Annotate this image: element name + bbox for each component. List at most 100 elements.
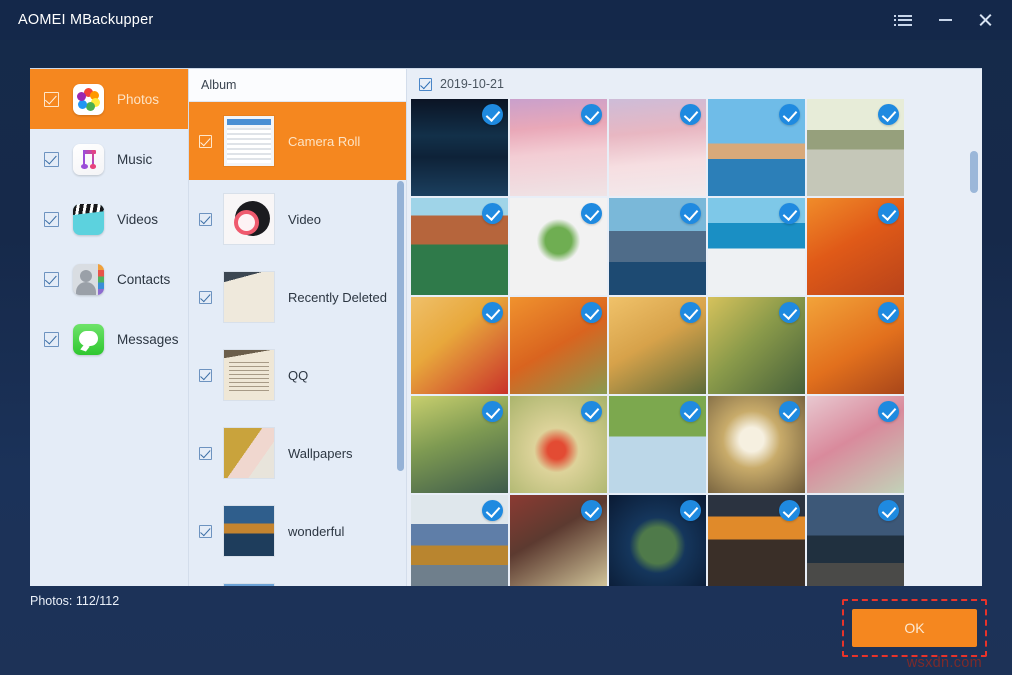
sidebar-item-photos[interactable]: Photos xyxy=(30,69,188,129)
photo-selected-check-icon[interactable] xyxy=(482,302,503,323)
photo-selected-check-icon[interactable] xyxy=(680,203,701,224)
photo-thumbnail[interactable] xyxy=(609,297,706,394)
messages-checkbox[interactable] xyxy=(44,332,59,347)
photo-thumbnail[interactable] xyxy=(411,297,508,394)
album-item-label: Video xyxy=(288,212,321,227)
photo-selected-check-icon[interactable] xyxy=(482,500,503,521)
photo-grid-panel: 2019-10-21 xyxy=(406,69,982,586)
photo-thumbnail[interactable] xyxy=(708,396,805,493)
album-thumbnail xyxy=(224,194,274,244)
photo-thumbnail[interactable] xyxy=(411,495,508,586)
album-item-label: Camera Roll xyxy=(288,134,360,149)
album-item-camera-roll[interactable]: Camera Roll xyxy=(189,102,406,180)
minimize-icon[interactable] xyxy=(928,5,962,35)
photo-selected-check-icon[interactable] xyxy=(779,401,800,422)
photo-thumbnail[interactable] xyxy=(411,396,508,493)
photo-thumbnail[interactable] xyxy=(807,198,904,295)
photo-selected-check-icon[interactable] xyxy=(878,203,899,224)
photo-thumbnail[interactable] xyxy=(708,495,805,586)
album-item-label: QQ xyxy=(288,368,308,383)
photo-thumbnail[interactable] xyxy=(708,198,805,295)
photo-selected-check-icon[interactable] xyxy=(680,104,701,125)
music-checkbox[interactable] xyxy=(44,152,59,167)
photos-app-icon xyxy=(73,84,104,115)
photo-selected-check-icon[interactable] xyxy=(878,401,899,422)
list-icon[interactable] xyxy=(888,5,922,35)
album-thumbnail xyxy=(224,350,274,400)
album-thumbnail xyxy=(224,116,274,166)
photo-thumbnail[interactable] xyxy=(609,198,706,295)
photo-thumbnail[interactable] xyxy=(807,297,904,394)
album-checkbox[interactable] xyxy=(199,369,212,382)
album-item-partial[interactable] xyxy=(189,570,406,586)
sidebar-item-label: Photos xyxy=(117,92,159,107)
album-item-wonderful[interactable]: wonderful xyxy=(189,492,406,570)
photos-checkbox[interactable] xyxy=(44,92,59,107)
photo-thumbnail[interactable] xyxy=(411,198,508,295)
photo-selected-check-icon[interactable] xyxy=(581,401,602,422)
sidebar-item-messages[interactable]: Messages xyxy=(30,309,188,369)
photo-thumbnail[interactable] xyxy=(807,495,904,586)
photo-selected-check-icon[interactable] xyxy=(482,401,503,422)
photo-thumbnail[interactable] xyxy=(510,297,607,394)
sidebar-item-videos[interactable]: Videos xyxy=(30,189,188,249)
photo-selected-check-icon[interactable] xyxy=(878,500,899,521)
photo-thumbnail[interactable] xyxy=(609,495,706,586)
contacts-checkbox[interactable] xyxy=(44,272,59,287)
photo-selected-check-icon[interactable] xyxy=(680,302,701,323)
album-item-qq[interactable]: QQ xyxy=(189,336,406,414)
album-item-recently-deleted[interactable]: Recently Deleted xyxy=(189,258,406,336)
photo-grid xyxy=(407,99,982,586)
album-item-video[interactable]: Video xyxy=(189,180,406,258)
photo-selected-check-icon[interactable] xyxy=(779,500,800,521)
album-checkbox[interactable] xyxy=(199,291,212,304)
photo-selected-check-icon[interactable] xyxy=(482,104,503,125)
photo-selected-check-icon[interactable] xyxy=(878,302,899,323)
photo-selected-check-icon[interactable] xyxy=(779,203,800,224)
videos-checkbox[interactable] xyxy=(44,212,59,227)
sidebar-item-music[interactable]: Music xyxy=(30,129,188,189)
photo-selected-check-icon[interactable] xyxy=(878,104,899,125)
album-item-label: Wallpapers xyxy=(288,446,353,461)
photo-selected-check-icon[interactable] xyxy=(482,203,503,224)
album-item-wallpapers[interactable]: Wallpapers xyxy=(189,414,406,492)
photo-thumbnail[interactable] xyxy=(510,495,607,586)
photo-selected-check-icon[interactable] xyxy=(680,401,701,422)
photo-selected-check-icon[interactable] xyxy=(680,500,701,521)
photo-thumbnail[interactable] xyxy=(510,99,607,196)
album-checkbox[interactable] xyxy=(199,525,212,538)
album-checkbox[interactable] xyxy=(199,447,212,460)
title-bar: AOMEI MBackupper xyxy=(0,0,1012,40)
album-checkbox[interactable] xyxy=(199,213,212,226)
photo-selected-check-icon[interactable] xyxy=(779,302,800,323)
photo-selected-check-icon[interactable] xyxy=(581,104,602,125)
photo-thumbnail[interactable] xyxy=(708,99,805,196)
photo-selected-check-icon[interactable] xyxy=(581,302,602,323)
album-checkbox[interactable] xyxy=(199,135,212,148)
photo-grid-scrollbar[interactable] xyxy=(970,151,978,193)
ok-button[interactable]: OK xyxy=(852,609,977,647)
photo-thumbnail[interactable] xyxy=(708,297,805,394)
photo-thumbnail[interactable] xyxy=(807,396,904,493)
photo-thumbnail[interactable] xyxy=(411,99,508,196)
photo-selected-check-icon[interactable] xyxy=(581,500,602,521)
sidebar-item-contacts[interactable]: Contacts xyxy=(30,249,188,309)
photo-selected-check-icon[interactable] xyxy=(581,203,602,224)
album-item-label: wonderful xyxy=(288,524,344,539)
photo-selected-check-icon[interactable] xyxy=(779,104,800,125)
photo-thumbnail[interactable] xyxy=(807,99,904,196)
photo-thumbnail[interactable] xyxy=(510,198,607,295)
date-group-header[interactable]: 2019-10-21 xyxy=(407,69,982,99)
album-thumbnail xyxy=(224,428,274,478)
close-icon[interactable] xyxy=(968,5,1002,35)
photo-thumbnail[interactable] xyxy=(510,396,607,493)
date-group-checkbox[interactable] xyxy=(419,78,432,91)
messages-app-icon xyxy=(73,324,104,355)
photo-thumbnail[interactable] xyxy=(609,99,706,196)
album-thumbnail xyxy=(224,272,274,322)
videos-app-icon xyxy=(73,204,104,235)
album-panel: Album Camera Roll Video Recently Deleted xyxy=(188,69,406,586)
album-scrollbar[interactable] xyxy=(397,181,404,471)
photo-thumbnail[interactable] xyxy=(609,396,706,493)
category-sidebar: Photos Music Videos Contacts Messages xyxy=(30,69,188,586)
